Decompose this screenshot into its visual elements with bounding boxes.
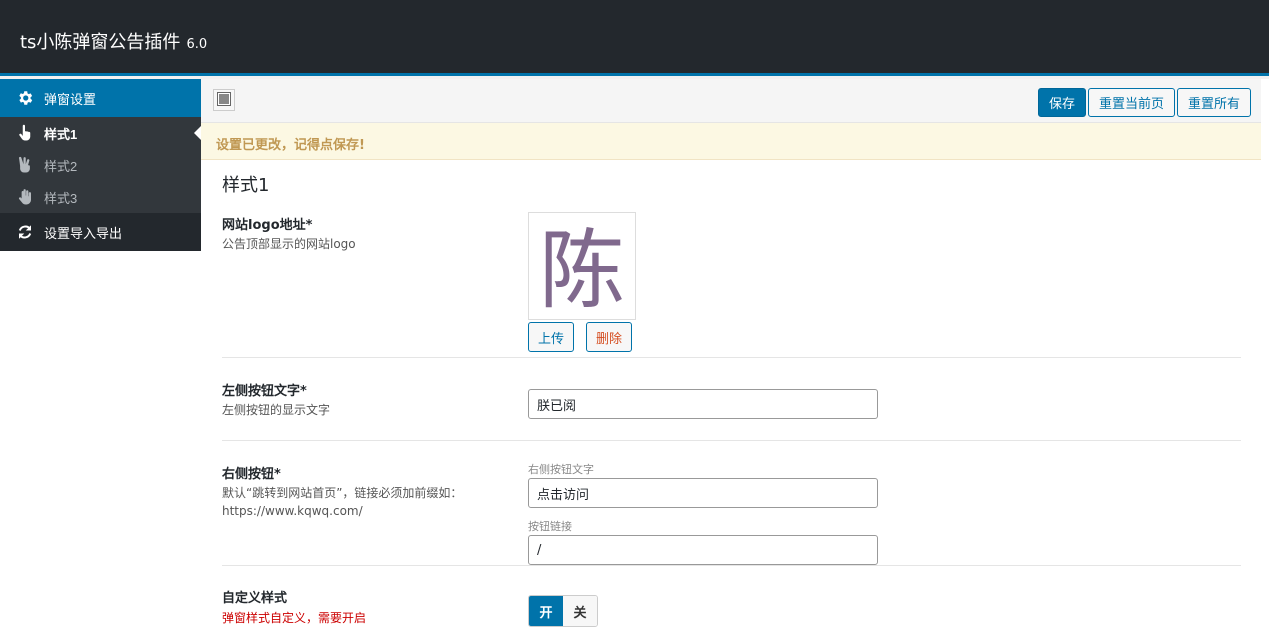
sidebar-item-label: 弹窗设置 — [44, 91, 97, 107]
right-button-row: 右侧按钮* 默认“跳转到网站首页”，链接必须加前缀如： https://www.… — [222, 441, 1241, 566]
refresh-icon — [14, 221, 36, 243]
app-title: ts小陈弹窗公告插件 6.0 — [20, 28, 207, 54]
unsaved-notice: 设置已更改，记得点保存! — [201, 123, 1261, 160]
logo-desc: 公告顶部显示的网站logo — [222, 237, 356, 251]
sidebar-item-style2[interactable]: 样式2 — [0, 149, 201, 181]
right-button-link-input[interactable]: / — [528, 535, 878, 565]
toolbar: 保存 重置当前页 重置所有 — [201, 79, 1261, 123]
upload-button[interactable]: 上传 — [528, 322, 575, 352]
sidebar-item-label: 设置导入导出 — [44, 225, 123, 241]
custom-style-toggle[interactable]: 开 关 — [528, 595, 598, 627]
delete-button[interactable]: 删除 — [586, 322, 633, 352]
sidebar-item-popup-settings[interactable]: 弹窗设置 — [0, 79, 201, 117]
right-button-link-label: 按钮链接 — [528, 520, 572, 533]
right-button-text-label: 右侧按钮文字 — [528, 463, 594, 476]
sidebar-item-import-export[interactable]: 设置导入导出 — [0, 213, 201, 251]
right-button-desc: 默认“跳转到网站首页”，链接必须加前缀如： — [222, 486, 463, 500]
sidebar-item-style3[interactable]: 样式3 — [0, 181, 201, 213]
hand-peace-icon — [14, 154, 36, 176]
right-button-desc-url: https://www.kqwq.com/ — [222, 504, 363, 518]
sidebar-item-label: 样式2 — [44, 158, 78, 174]
right-button-text-input[interactable]: 点击访问 — [528, 478, 878, 508]
section-title: 样式1 — [222, 175, 270, 196]
logo-preview: 陈 — [528, 212, 636, 320]
toggle-on-option[interactable]: 开 — [529, 596, 563, 626]
hand-paper-icon — [14, 186, 36, 208]
custom-style-row: 自定义样式 弹窗样式自定义，需要开启 开 关 — [222, 566, 1241, 639]
reset-all-button[interactable]: 重置所有 — [1177, 88, 1252, 117]
left-button-label: 左侧按钮文字* — [222, 384, 307, 399]
logo-image: 陈 — [539, 221, 625, 316]
sidebar: 弹窗设置 样式1 样式2 样式3 设置导入导出 — [0, 79, 201, 639]
right-button-label: 右侧按钮* — [222, 467, 281, 482]
layout-icon — [217, 91, 231, 109]
hand-pointer-icon — [14, 122, 36, 144]
app-version: 6.0 — [186, 37, 208, 52]
custom-style-label: 自定义样式 — [222, 591, 288, 606]
sidebar-item-label: 样式1 — [44, 126, 78, 142]
gear-icon — [14, 87, 36, 109]
svg-text:陈: 陈 — [539, 221, 625, 316]
logo-row: 网站logo地址* 公告顶部显示的网站logo 陈 上传 删除 — [222, 212, 1241, 358]
custom-style-desc: 弹窗样式自定义，需要开启 — [222, 611, 367, 625]
sidebar-toggle-button[interactable] — [213, 89, 235, 111]
left-button-row: 左侧按钮文字* 左侧按钮的显示文字 朕已阅 — [222, 358, 1241, 441]
app-title-text: ts小陈弹窗公告插件 — [20, 32, 181, 53]
toggle-off-option[interactable]: 关 — [563, 596, 597, 626]
logo-label: 网站logo地址* — [222, 218, 313, 233]
sidebar-item-label: 样式3 — [44, 190, 78, 206]
app-header: ts小陈弹窗公告插件 6.0 — [0, 0, 1269, 76]
reset-page-button[interactable]: 重置当前页 — [1088, 88, 1176, 117]
save-button[interactable]: 保存 — [1038, 88, 1087, 117]
sidebar-item-style1[interactable]: 样式1 — [0, 117, 201, 149]
left-button-text-input[interactable]: 朕已阅 — [528, 389, 878, 419]
main-panel: 保存 重置当前页 重置所有 设置已更改，记得点保存! 样式1 网站logo地址*… — [201, 79, 1269, 639]
left-button-desc: 左侧按钮的显示文字 — [222, 403, 331, 417]
